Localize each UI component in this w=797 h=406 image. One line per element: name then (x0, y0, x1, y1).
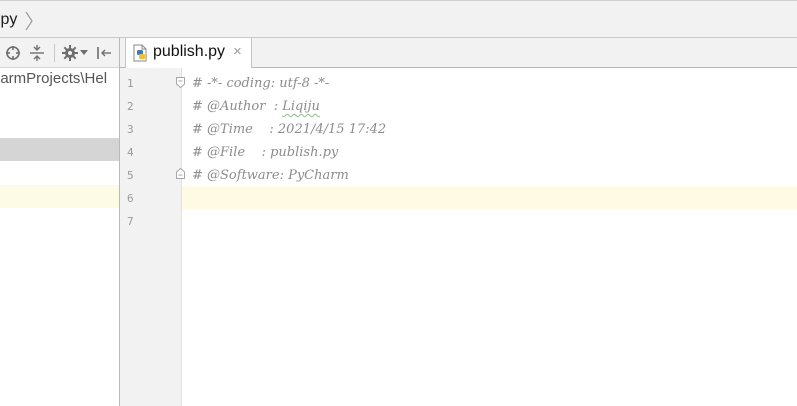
tree-selected-row[interactable] (0, 138, 119, 161)
code-line[interactable]: # -*- coding: utf-8 -*- (192, 72, 329, 95)
ide-window: .py (0, 0, 797, 406)
close-icon[interactable]: × (233, 44, 242, 60)
breadcrumb-separator-icon (25, 11, 33, 31)
code-line[interactable]: # @File : publish.py (192, 141, 338, 164)
target-icon[interactable] (4, 43, 22, 63)
line-number: 7 (127, 215, 134, 228)
fold-end-icon[interactable] (176, 168, 185, 179)
code-editor[interactable]: 1 2 3 4 5 6 7 # -*- coding: utf-8 -*- # … (120, 68, 797, 406)
line-number: 5 (127, 169, 134, 182)
code-line[interactable]: # @Software: PyCharm (192, 164, 349, 187)
hide-panel-icon[interactable] (95, 43, 113, 63)
line-number: 3 (127, 123, 134, 136)
navigation-bar: .py (0, 0, 797, 38)
toolbar-divider (54, 44, 55, 62)
line-number: 2 (127, 100, 134, 113)
breadcrumb-file[interactable]: .py (0, 11, 17, 29)
editor-tab-bar: publish.py × (120, 38, 797, 68)
code-text: # @Author : (192, 99, 283, 114)
code-line[interactable]: # @Author : Liqiju (192, 95, 320, 118)
spelling-warning: Liqiju (282, 99, 320, 114)
current-line-highlight (182, 186, 797, 209)
tab-label: publish.py (153, 43, 226, 60)
gear-icon[interactable] (62, 43, 78, 63)
line-number: 4 (127, 146, 134, 159)
python-file-icon (133, 44, 147, 62)
code-line[interactable]: # @Time : 2021/4/15 17:42 (192, 118, 386, 141)
collapse-icon[interactable] (28, 43, 46, 63)
line-number: 1 (127, 77, 134, 90)
line-number: 6 (127, 192, 134, 205)
chevron-down-icon[interactable] (79, 43, 89, 63)
editor-gutter: 1 2 3 4 5 6 7 (120, 68, 185, 406)
tab-publish-py[interactable]: publish.py × (125, 38, 252, 68)
project-root-path[interactable]: harmProjects\Hel (0, 70, 107, 87)
fold-start-icon[interactable] (176, 77, 185, 88)
project-toolbar (0, 38, 119, 68)
tree-current-line-row (0, 185, 119, 208)
project-panel: harmProjects\Hel (0, 38, 120, 406)
